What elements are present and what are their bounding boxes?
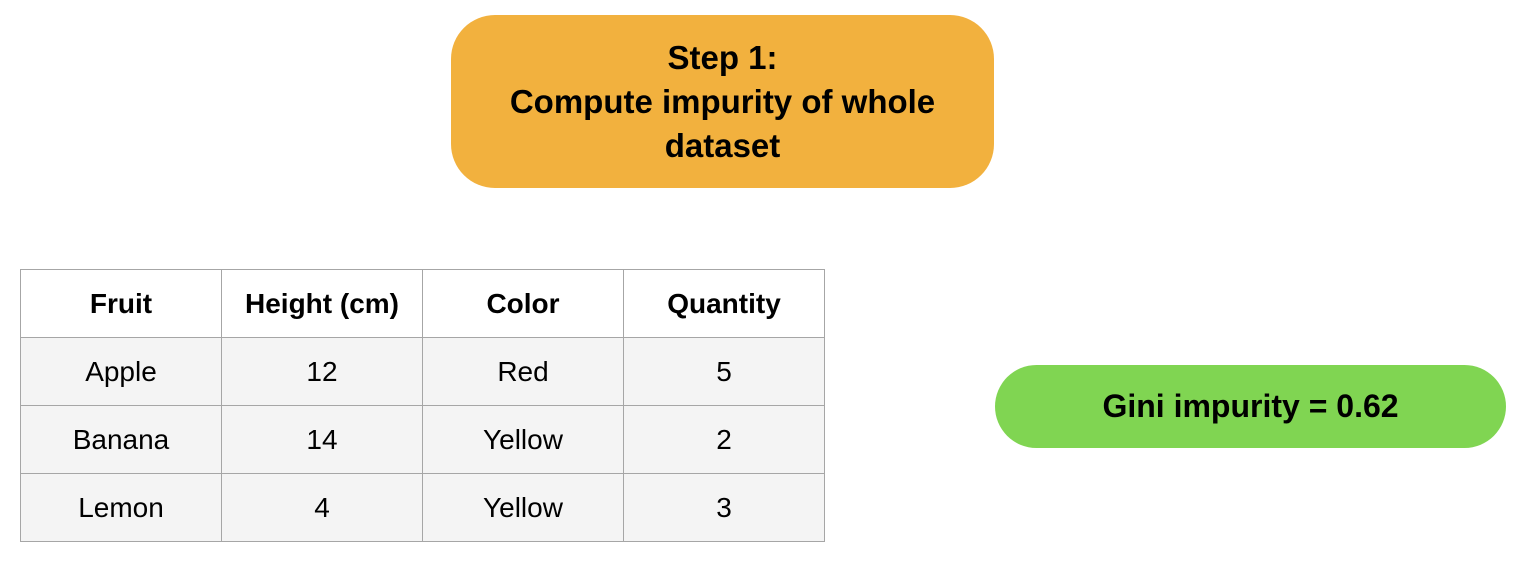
gini-result-pill: Gini impurity = 0.62 xyxy=(995,365,1506,448)
cell-height: 12 xyxy=(221,337,423,406)
table-row: Lemon 4 Yellow 3 xyxy=(20,473,825,542)
gini-result-label: Gini impurity = 0.62 xyxy=(1102,388,1399,424)
fruit-table: Fruit Height (cm) Color Quantity Apple 1… xyxy=(20,269,825,542)
cell-height: 14 xyxy=(221,405,423,474)
cell-fruit: Apple xyxy=(20,337,222,406)
table-row: Apple 12 Red 5 xyxy=(20,337,825,406)
table-header-row: Fruit Height (cm) Color Quantity xyxy=(20,269,825,338)
cell-quantity: 3 xyxy=(623,473,825,542)
cell-quantity: 5 xyxy=(623,337,825,406)
header-color: Color xyxy=(422,269,624,338)
step-title: Step 1: xyxy=(667,38,778,76)
step-box: Step 1: Compute impurity of whole datase… xyxy=(451,15,994,188)
step-description: Compute impurity of whole dataset xyxy=(509,82,936,164)
cell-quantity: 2 xyxy=(623,405,825,474)
header-quantity: Quantity xyxy=(623,269,825,338)
header-fruit: Fruit xyxy=(20,269,222,338)
cell-color: Red xyxy=(422,337,624,406)
cell-height: 4 xyxy=(221,473,423,542)
header-height: Height (cm) xyxy=(221,269,423,338)
cell-color: Yellow xyxy=(422,473,624,542)
table-row: Banana 14 Yellow 2 xyxy=(20,405,825,474)
cell-fruit: Lemon xyxy=(20,473,222,542)
cell-color: Yellow xyxy=(422,405,624,474)
cell-fruit: Banana xyxy=(20,405,222,474)
